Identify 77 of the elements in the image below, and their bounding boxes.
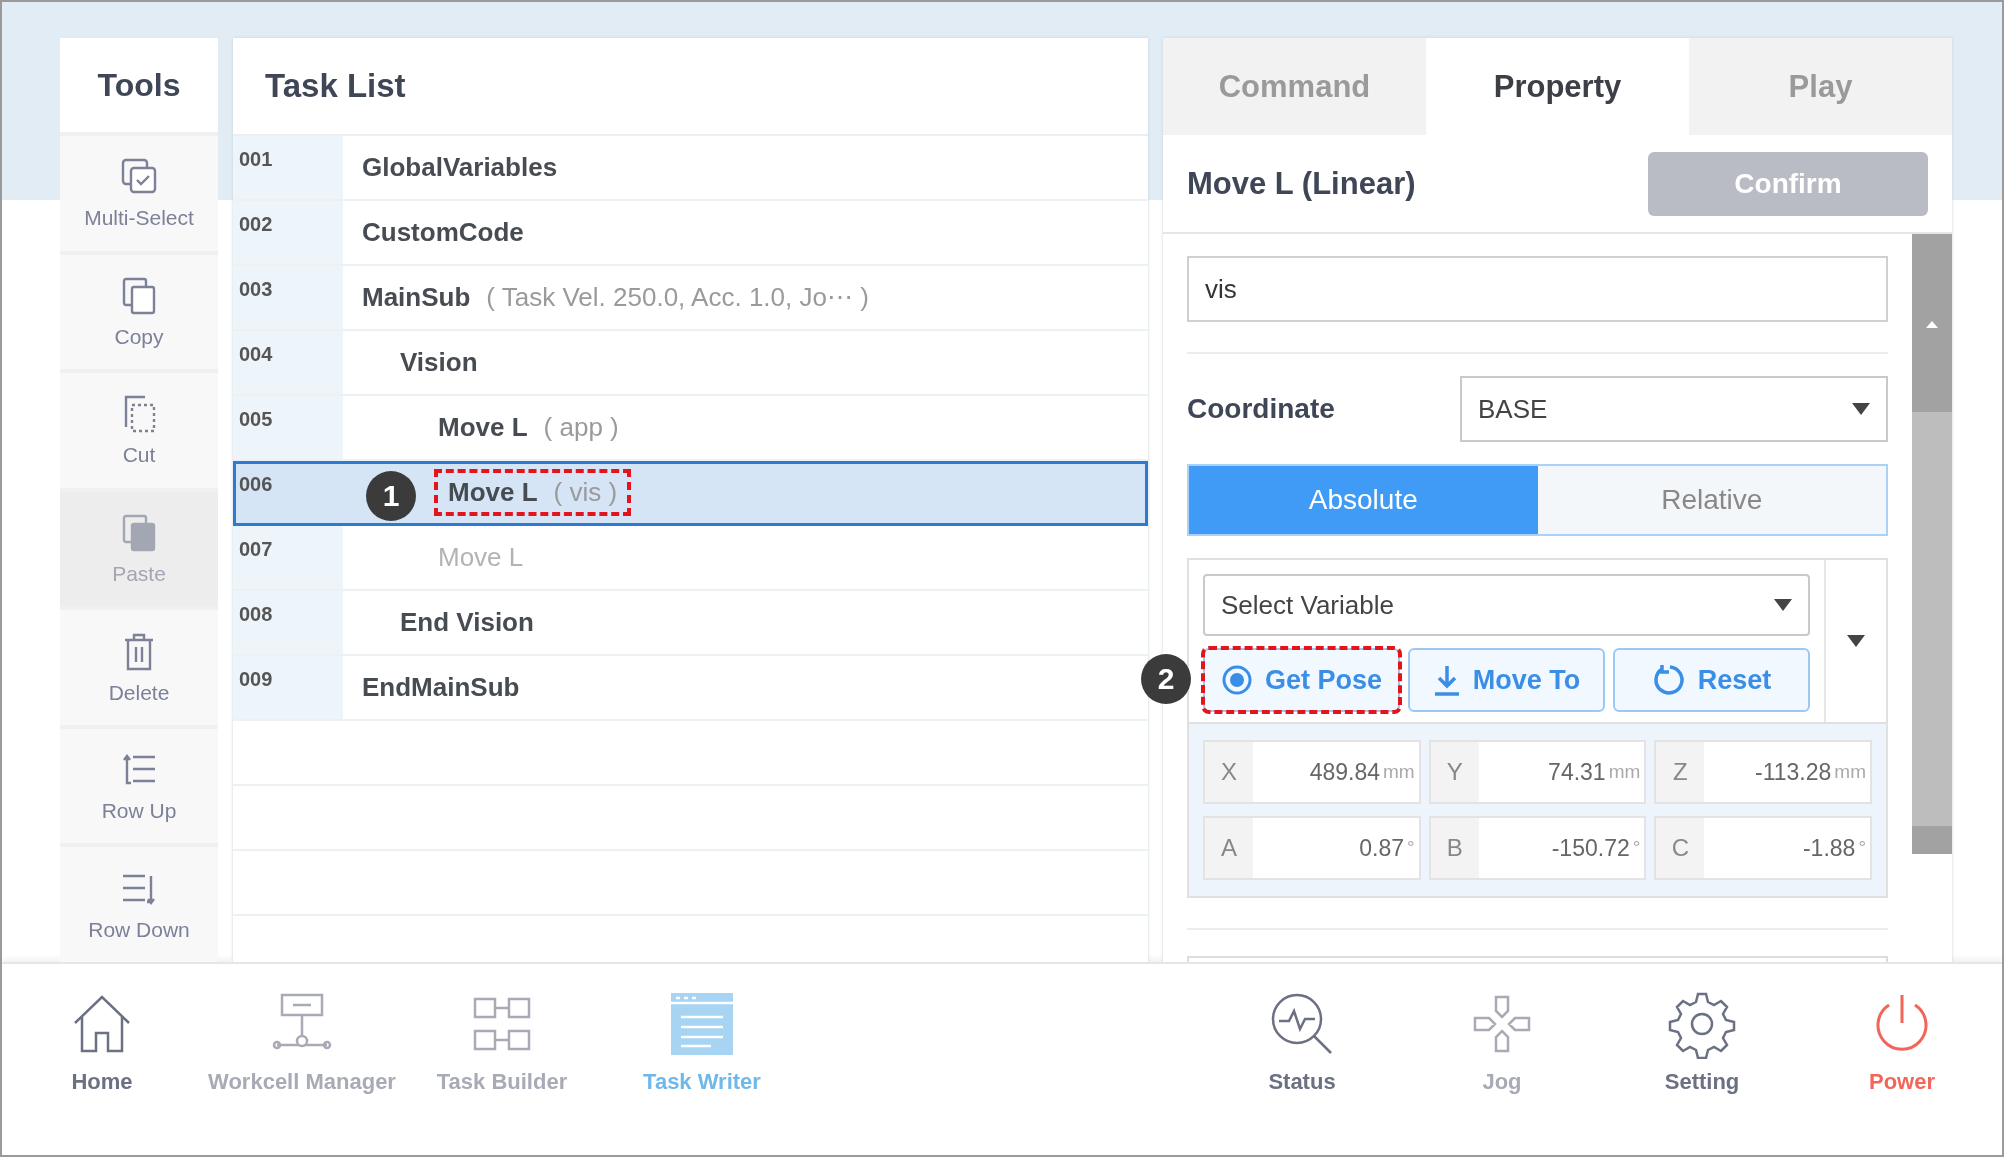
- callout-badge: 1: [366, 471, 416, 521]
- nav-item[interactable]: Status: [1202, 964, 1402, 1119]
- tool-button[interactable]: Row Up: [60, 728, 218, 844]
- task-name: GlobalVariables: [362, 152, 558, 183]
- tool-button[interactable]: Delete: [60, 610, 218, 725]
- axis-label: B: [1430, 818, 1479, 878]
- line-number: 009: [233, 656, 343, 719]
- pose-field[interactable]: Z -113.28 mm: [1654, 740, 1872, 804]
- task-row[interactable]: 008 End Vision: [233, 591, 1148, 656]
- line-number: 002: [233, 201, 343, 264]
- callout-badge: 2: [1141, 654, 1191, 704]
- mode-toggle[interactable]: Absolute: [1189, 466, 1538, 534]
- panel-title: Tools: [60, 38, 218, 132]
- line-number: 004: [233, 331, 343, 394]
- pose-value: 489.84: [1309, 758, 1380, 786]
- task-row[interactable]: 003 MainSub ( Task Vel. 250.0, Acc. 1.0, Jo⋯ ): [233, 266, 1148, 331]
- line-number: 005: [233, 396, 343, 459]
- unit-label: °: [1858, 837, 1866, 859]
- nav-item[interactable]: Setting: [1602, 964, 1802, 1119]
- task-detail: ( vis ): [553, 477, 618, 508]
- task-row[interactable]: 004 Vision: [233, 331, 1148, 396]
- action-button[interactable]: Reset: [1613, 648, 1810, 712]
- line-number: 001: [233, 136, 343, 199]
- nav-item[interactable]: Power: [1802, 964, 2002, 1119]
- pose-field[interactable]: A 0.87°: [1203, 816, 1421, 880]
- axis-label: A: [1205, 818, 1253, 878]
- unit-label: °: [1632, 837, 1641, 859]
- pose-field[interactable]: C -1.88°: [1654, 816, 1872, 880]
- pose-field[interactable]: B -150.72°: [1428, 816, 1647, 880]
- task-name: Move L: [448, 477, 538, 508]
- task-name: Move L: [438, 542, 524, 573]
- tool-button[interactable]: Multi-Select: [60, 136, 218, 251]
- unit-label: mm: [1383, 761, 1415, 783]
- tab[interactable]: Command: [1163, 38, 1426, 135]
- unit-label: mm: [1834, 761, 1866, 783]
- variable-dropdown[interactable]: Select Variable: [1203, 574, 1810, 636]
- tab[interactable]: Play: [1689, 38, 1952, 135]
- pose-value: -150.72: [1551, 834, 1630, 862]
- line-number: 003: [233, 266, 343, 329]
- nav-item[interactable]: Home: [2, 964, 202, 1119]
- line-number: 007: [233, 526, 343, 589]
- task-detail: ( app ): [543, 412, 619, 443]
- pose-value: -113.28: [1755, 758, 1832, 786]
- task-row[interactable]: 009 EndMainSub: [233, 656, 1148, 721]
- task-row[interactable]: 006 1 Move L ( vis ): [233, 461, 1148, 526]
- task-row[interactable]: 002 CustomCode: [233, 201, 1148, 266]
- mode-toggle[interactable]: Relative: [1537, 466, 1886, 534]
- pose-field[interactable]: X 489.84 mm: [1203, 740, 1421, 804]
- pose-value: -1.88: [1802, 834, 1856, 862]
- action-button[interactable]: Move To: [1408, 648, 1605, 712]
- task-name: MainSub: [362, 282, 471, 313]
- tool-button[interactable]: Row Down: [60, 847, 218, 962]
- tool-button[interactable]: Copy: [60, 254, 218, 370]
- axis-label: Z: [1656, 742, 1705, 802]
- task-name: CustomCode: [362, 217, 524, 248]
- task-detail: ( Task Vel. 250.0, Acc. 1.0, Jo⋯ ): [486, 282, 869, 313]
- task-name: Vision: [400, 347, 478, 378]
- pose-value: 0.87: [1359, 834, 1405, 862]
- task-name: Move L: [438, 412, 528, 443]
- task-row[interactable]: 001 GlobalVariables: [233, 136, 1148, 201]
- line-number: 006: [238, 472, 274, 497]
- axis-label: Y: [1430, 742, 1479, 802]
- axis-label: C: [1656, 818, 1705, 878]
- action-button[interactable]: Get Pose: [1203, 648, 1400, 712]
- task-name: EndMainSub: [362, 672, 520, 703]
- unit-label: °: [1407, 837, 1415, 859]
- field-label: Coordinate: [1187, 393, 1335, 425]
- property-title: Move L (Linear): [1187, 165, 1416, 202]
- name-field[interactable]: vis: [1187, 256, 1888, 322]
- pose-field[interactable]: Y 74.31 mm: [1428, 740, 1647, 804]
- unit-label: mm: [1608, 761, 1641, 783]
- pose-value: 74.31: [1548, 758, 1606, 786]
- axis-label: X: [1205, 742, 1253, 802]
- task-name: End Vision: [400, 607, 534, 638]
- coordinate-dropdown[interactable]: BASE: [1460, 376, 1888, 442]
- tool-button[interactable]: Cut: [60, 373, 218, 488]
- line-number: 008: [233, 591, 343, 654]
